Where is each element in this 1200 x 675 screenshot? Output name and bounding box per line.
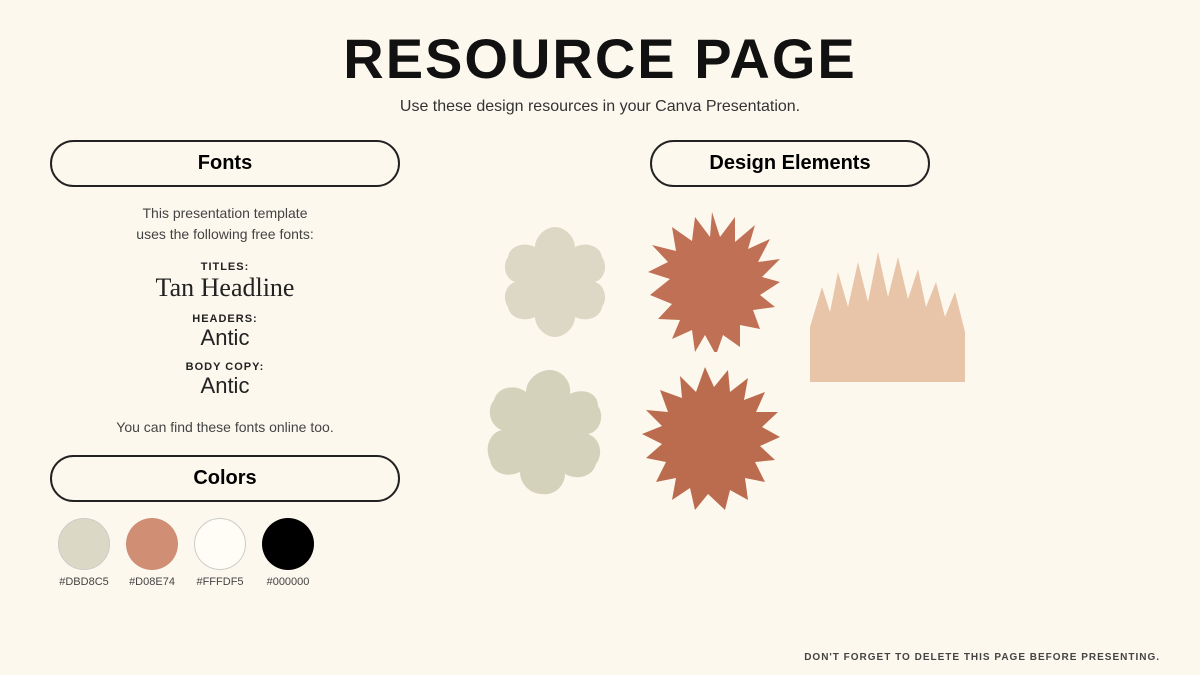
- flower-blob-bottom-left: [480, 362, 620, 502]
- footer-note: DON'T FORGET TO DELETE THIS PAGE BEFORE …: [804, 652, 1160, 663]
- font-entry-body: BODY COPY: Antic: [50, 361, 400, 399]
- font-label-headers: HEADERS:: [50, 313, 400, 325]
- swatch-circle-3: [194, 518, 246, 570]
- left-panel: Fonts This presentation templateuses the…: [40, 140, 420, 655]
- flower-blob-top-left: [490, 217, 620, 347]
- swatch-label-3: #FFFDF5: [196, 576, 243, 588]
- swatch-fffdf5: #FFFDF5: [194, 518, 246, 588]
- fonts-badge: Fonts: [50, 140, 400, 187]
- page-wrapper: RESOURCE PAGE Use these design resources…: [0, 0, 1200, 675]
- swatch-000000: #000000: [262, 518, 314, 588]
- design-elements-badge: Design Elements: [650, 140, 930, 187]
- swatch-circle-4: [262, 518, 314, 570]
- font-name-titles: Tan Headline: [50, 273, 400, 303]
- font-entry-titles: TITLES: Tan Headline: [50, 261, 400, 303]
- swatch-circle-1: [58, 518, 110, 570]
- swatch-label-2: #D08E74: [129, 576, 175, 588]
- fonts-description: This presentation templateuses the follo…: [50, 203, 400, 245]
- font-label-body: BODY COPY:: [50, 361, 400, 373]
- flower-spiky-bottom-center: [630, 362, 780, 512]
- color-swatches: #DBD8C5 #D08E74 #FFFDF5 #000000: [50, 518, 400, 588]
- swatch-label-4: #000000: [267, 576, 310, 588]
- colors-section: Colors #DBD8C5 #D08E74 #FFFDF5: [50, 455, 400, 588]
- font-name-body: Antic: [50, 373, 400, 399]
- right-panel: Design Elements: [420, 140, 1160, 655]
- fonts-online-text: You can find these fonts online too.: [50, 419, 400, 435]
- swatch-d08e74: #D08E74: [126, 518, 178, 588]
- content-row: Fonts This presentation templateuses the…: [40, 140, 1160, 655]
- font-label-titles: TITLES:: [50, 261, 400, 273]
- colors-badge: Colors: [50, 455, 400, 502]
- font-entry-headers: HEADERS: Antic: [50, 313, 400, 351]
- font-name-headers: Antic: [50, 325, 400, 351]
- swatch-circle-2: [126, 518, 178, 570]
- swatch-label-1: #DBD8C5: [59, 576, 109, 588]
- swatch-dbd8c5: #DBD8C5: [58, 518, 110, 588]
- page-title: RESOURCE PAGE: [343, 28, 856, 90]
- flower-spiky-top-center: [640, 207, 785, 352]
- crown-peach: [800, 227, 975, 387]
- page-subtitle: Use these design resources in your Canva…: [400, 98, 800, 116]
- shapes-area: [430, 187, 1150, 655]
